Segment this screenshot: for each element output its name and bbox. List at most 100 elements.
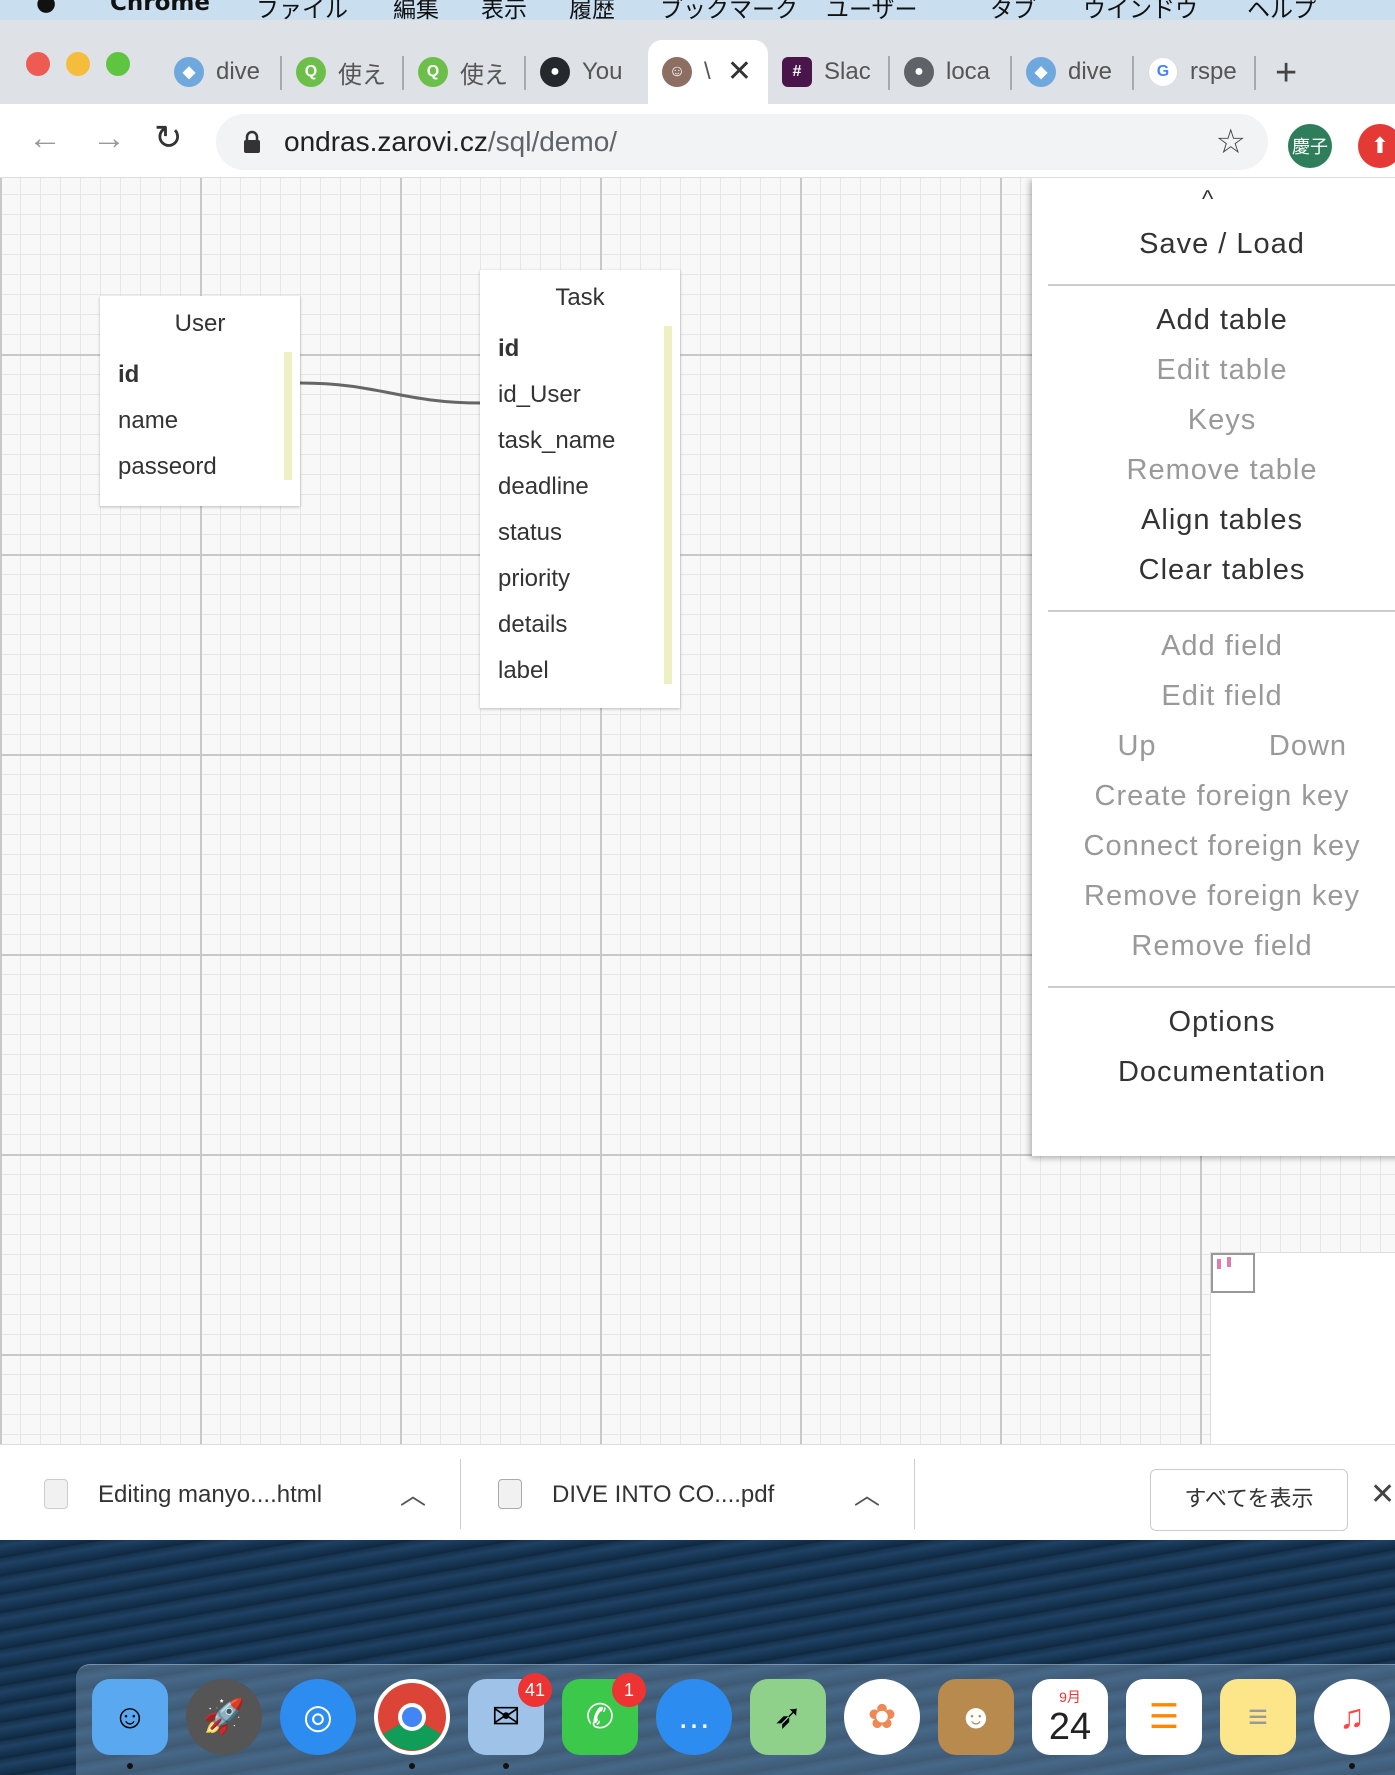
options-button[interactable]: Options xyxy=(1032,1006,1395,1039)
documentation-button[interactable]: Documentation xyxy=(1032,1056,1395,1089)
profile-avatar[interactable]: 慶子 xyxy=(1288,124,1332,168)
tab-tsukae-2[interactable]: Q 使え xyxy=(404,40,526,104)
new-tab-button[interactable]: + xyxy=(1275,54,1297,92)
field-row[interactable]: id xyxy=(480,326,680,372)
clear-tables-button[interactable]: Clear tables xyxy=(1032,554,1395,587)
tab-slack[interactable]: # Slac xyxy=(768,40,890,104)
launchpad-icon[interactable]: 🚀 xyxy=(186,1679,262,1755)
music-icon[interactable]: ♫ xyxy=(1314,1679,1390,1755)
safari-icon[interactable]: ◎ xyxy=(280,1679,356,1755)
edit-table-button[interactable]: Edit table xyxy=(1032,354,1395,387)
menu-edit[interactable]: 編集 xyxy=(393,0,439,20)
table-name: Task xyxy=(555,284,605,311)
show-all-downloads-button[interactable]: すべてを表示 xyxy=(1150,1469,1348,1531)
tab-title: You xyxy=(582,58,623,85)
edit-field-button[interactable]: Edit field xyxy=(1032,680,1395,713)
avatar-face-icon: ☺ xyxy=(662,57,692,87)
tab-localhost[interactable]: ● loca xyxy=(890,40,1012,104)
tab-google-rspec[interactable]: G rspe xyxy=(1134,40,1256,104)
minimap-table-marker xyxy=(1227,1257,1231,1267)
add-field-button[interactable]: Add field xyxy=(1032,630,1395,663)
menu-file[interactable]: ファイル xyxy=(256,0,348,20)
mail-icon[interactable]: ✉ 41 xyxy=(468,1673,552,1755)
menu-bookmarks[interactable]: ブックマーク xyxy=(660,0,798,20)
address-bar[interactable]: ondras.zarovi.cz/sql/demo/ ☆ xyxy=(216,114,1268,170)
schema-canvas[interactable]: User id name passeord Task id id_User ta… xyxy=(0,178,1395,1464)
table-task[interactable]: Task id id_User task_name deadline statu… xyxy=(480,270,680,708)
menu-history[interactable]: 履歴 xyxy=(569,0,615,20)
url-path: /sql/demo/ xyxy=(487,126,618,157)
field-row[interactable]: id xyxy=(100,352,300,398)
move-down-button[interactable]: Down xyxy=(1228,730,1388,763)
tab-title: 使え xyxy=(338,61,384,89)
bookmark-star-icon[interactable]: ☆ xyxy=(1216,122,1246,162)
field-row[interactable]: status xyxy=(480,510,680,556)
tab-dive-1[interactable]: ◆ dive xyxy=(160,40,282,104)
update-arrow-icon[interactable]: ⬆ xyxy=(1358,124,1395,168)
close-tab-icon[interactable]: ✕ xyxy=(727,54,752,89)
menu-window[interactable]: ウインドウ xyxy=(1083,0,1198,20)
chrome-file-icon xyxy=(44,1479,68,1509)
field-row[interactable]: passeord xyxy=(100,444,300,490)
green-q-icon: Q xyxy=(418,57,448,87)
download-separator xyxy=(460,1459,461,1529)
forward-arrow-icon[interactable]: → xyxy=(92,118,126,158)
maps-icon[interactable]: ➶ xyxy=(750,1679,826,1755)
minimize-window-button[interactable] xyxy=(66,52,90,76)
field-row[interactable]: label xyxy=(480,648,680,694)
menu-view[interactable]: 表示 xyxy=(481,0,527,20)
menu-tab[interactable]: タブ xyxy=(990,0,1036,20)
close-downloads-icon[interactable]: ✕ xyxy=(1370,1477,1395,1512)
keys-button[interactable]: Keys xyxy=(1032,404,1395,437)
photos-icon[interactable]: ✿ xyxy=(844,1679,920,1755)
tab-title: Slac xyxy=(824,58,870,85)
field-list: id id_User task_name deadline status pri… xyxy=(480,326,680,694)
menu-user[interactable]: ユーザー xyxy=(826,0,918,20)
zoom-window-button[interactable] xyxy=(106,52,130,76)
align-tables-button[interactable]: Align tables xyxy=(1032,504,1395,537)
back-arrow-icon[interactable]: ← xyxy=(28,118,62,158)
remove-field-button[interactable]: Remove field xyxy=(1032,930,1395,963)
tab-title: 使え xyxy=(460,61,506,89)
close-window-button[interactable] xyxy=(26,52,50,76)
field-row[interactable]: details xyxy=(480,602,680,648)
field-row[interactable]: priority xyxy=(480,556,680,602)
reload-icon[interactable]: ↻ xyxy=(154,118,183,158)
remove-table-button[interactable]: Remove table xyxy=(1032,454,1395,487)
field-row[interactable]: id_User xyxy=(480,372,680,418)
minimap[interactable] xyxy=(1210,1252,1395,1452)
tab-dive-2[interactable]: ◆ dive xyxy=(1012,40,1134,104)
menu-divider xyxy=(1048,610,1395,612)
remove-foreign-key-button[interactable]: Remove foreign key xyxy=(1032,880,1395,913)
table-user[interactable]: User id name passeord xyxy=(100,296,300,506)
chevron-up-icon[interactable]: ︿ xyxy=(400,1475,426,1512)
menu-help[interactable]: ヘルプ xyxy=(1247,0,1316,20)
facetime-icon[interactable]: ✆ 1 xyxy=(562,1673,646,1755)
tab-active-sql-designer[interactable]: ☺ \ ✕ xyxy=(648,40,768,104)
tab-tsukae-1[interactable]: Q 使え xyxy=(282,40,404,104)
notes-icon[interactable]: ≡ xyxy=(1220,1679,1296,1755)
connect-foreign-key-button[interactable]: Connect foreign key xyxy=(1032,830,1395,863)
collapse-menu-icon[interactable]: ^ xyxy=(1202,186,1213,214)
chevron-up-icon[interactable]: ︿ xyxy=(854,1475,880,1512)
tab-github[interactable]: ● You xyxy=(526,40,648,104)
contacts-icon[interactable]: ☻ xyxy=(938,1679,1014,1755)
add-table-button[interactable]: Add table xyxy=(1032,304,1395,337)
dock: ☺ 🚀 ◎ ✉ 41 ✆ 1 … ➶ ✿ ☻ 9月 24 ☰ ≡ ♫ xyxy=(76,1664,1395,1775)
calendar-icon[interactable]: 9月 24 xyxy=(1032,1679,1108,1755)
move-up-button[interactable]: Up xyxy=(1062,730,1212,763)
save-load-button[interactable]: Save / Load xyxy=(1032,228,1395,261)
downloads-bar: Editing manyo....html ︿ DIVE INTO CO....… xyxy=(0,1444,1395,1540)
minimap-table-marker xyxy=(1217,1259,1221,1269)
field-row[interactable]: name xyxy=(100,398,300,444)
download-filename: DIVE INTO CO....pdf xyxy=(552,1481,775,1508)
create-foreign-key-button[interactable]: Create foreign key xyxy=(1032,780,1395,813)
chrome-icon[interactable] xyxy=(374,1679,450,1755)
menu-app-name[interactable]: Chrome xyxy=(110,0,210,16)
reminders-icon[interactable]: ☰ xyxy=(1126,1679,1202,1755)
field-row[interactable]: deadline xyxy=(480,464,680,510)
apple-menu-icon[interactable]: ● xyxy=(36,0,56,16)
field-row[interactable]: task_name xyxy=(480,418,680,464)
finder-icon[interactable]: ☺ xyxy=(92,1679,168,1755)
messages-icon[interactable]: … xyxy=(656,1679,732,1755)
